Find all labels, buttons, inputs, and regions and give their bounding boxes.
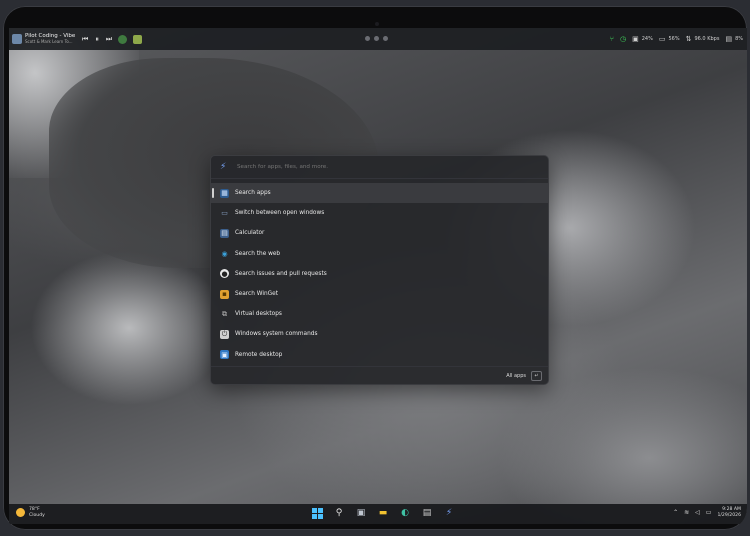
- wifi-icon[interactable]: ≋: [684, 509, 689, 516]
- command-palette-icon[interactable]: ⚡: [443, 507, 455, 519]
- task-view-icon[interactable]: ▣: [355, 507, 367, 519]
- result-label: Calculator: [235, 230, 265, 237]
- notes-tray-icon[interactable]: [133, 34, 143, 44]
- clock-date: 1/29/2026: [717, 512, 741, 518]
- media-thumbnail-icon: [12, 34, 22, 44]
- result-item-github[interactable]: ● Search issues and pull requests: [211, 264, 548, 284]
- search-icon[interactable]: ⚲: [333, 507, 345, 519]
- memory-icon: ▭: [658, 35, 666, 43]
- all-apps-label[interactable]: All apps: [506, 373, 526, 379]
- clock-icon[interactable]: ◷: [620, 35, 626, 43]
- tablet-bezel: Pilot Coding - Vibe... Scott & Mark Lear…: [3, 6, 747, 530]
- app-tray-icon[interactable]: [118, 34, 128, 44]
- media-widget[interactable]: Pilot Coding - Vibe... Scott & Mark Lear…: [12, 33, 75, 46]
- result-item-switch-windows[interactable]: ▭ Switch between open windows: [211, 203, 548, 223]
- cpu-icon: ▣: [632, 35, 639, 43]
- pause-button[interactable]: ⏸: [95, 35, 99, 44]
- globe-icon: ◉: [221, 249, 228, 258]
- cpu-usage: 24%: [641, 36, 653, 42]
- taskbar: 78°F Cloudy ⚲ ▣ ▬ ◐ ▤ ⚡ ⌃ ≋ ◁ ▭ 9:28 AM …: [9, 504, 747, 524]
- volume-icon[interactable]: ◁: [695, 509, 700, 516]
- memory-usage: 56%: [668, 36, 680, 42]
- gpu-usage: 8%: [735, 36, 743, 42]
- search-input[interactable]: [235, 163, 519, 171]
- chevron-up-icon[interactable]: ⌃: [673, 509, 678, 516]
- window-switch-icon: ▭: [221, 209, 228, 218]
- top-status-bar: Pilot Coding - Vibe... Scott & Mark Lear…: [9, 28, 747, 50]
- start-button[interactable]: [311, 507, 323, 519]
- desktops-icon: ⧉: [222, 309, 227, 318]
- clock[interactable]: 9:28 AM 1/29/2026: [717, 507, 741, 518]
- result-item-virtual-desktops[interactable]: ⧉ Virtual desktops: [211, 304, 548, 324]
- weather-widget[interactable]: 78°F Cloudy: [16, 507, 45, 518]
- desktop-screen: Pilot Coding - Vibe... Scott & Mark Lear…: [9, 28, 747, 524]
- result-label: Virtual desktops: [235, 311, 282, 318]
- result-label: Switch between open windows: [235, 210, 325, 217]
- result-label: Search the web: [235, 250, 281, 257]
- edge-browser-icon[interactable]: ◐: [399, 507, 411, 519]
- command-palette: ⚡ ▦ Search apps ▭ Switch between open wi…: [210, 155, 549, 385]
- network-icon: ⇅: [685, 35, 692, 43]
- camera-dot: [375, 22, 379, 26]
- result-item-search-apps[interactable]: ▦ Search apps: [211, 183, 548, 204]
- window-handle-dots[interactable]: [365, 36, 388, 41]
- command-palette-logo-icon: ⚡: [220, 162, 227, 172]
- result-label: Search WinGet: [235, 291, 278, 298]
- github-icon: ●: [220, 269, 229, 279]
- terminal-icon[interactable]: ▤: [421, 507, 433, 519]
- next-track-button[interactable]: ⏭: [106, 35, 112, 44]
- graph-icon[interactable]: ⑂: [610, 35, 614, 43]
- result-item-search-web[interactable]: ◉ Search the web: [211, 244, 548, 264]
- calculator-icon: ▤: [220, 228, 229, 238]
- file-explorer-icon[interactable]: ▬: [377, 507, 389, 519]
- media-subtitle: Scott & Mark Learn To...: [25, 39, 73, 44]
- result-label: Windows system commands: [235, 331, 318, 338]
- taskbar-apps: ⚲ ▣ ▬ ◐ ▤ ⚡: [311, 507, 455, 519]
- sun-icon: [16, 508, 25, 517]
- system-tray: ⌃ ≋ ◁ ▭ 9:28 AM 1/29/2026: [673, 507, 741, 518]
- network-speed: 96.0 Kbps: [694, 36, 720, 42]
- enter-key-icon[interactable]: ↵: [531, 370, 542, 381]
- apps-grid-icon: ▦: [220, 188, 229, 198]
- results-list: ▦ Search apps ▭ Switch between open wind…: [211, 179, 548, 365]
- weather-description: Cloudy: [29, 512, 45, 518]
- system-stats: ⑂ ◷ ▣ 24% ▭ 56% ⇅ 96.0 Kbps ▤ 8%: [610, 28, 743, 50]
- battery-icon[interactable]: ▭: [706, 509, 712, 516]
- gpu-icon: ▤: [725, 35, 733, 43]
- package-icon: ▪: [220, 289, 229, 299]
- windows-logo-icon: [311, 507, 323, 519]
- result-label: Search apps: [235, 190, 271, 197]
- result-label: Remote desktop: [235, 351, 283, 358]
- command-palette-footer: All apps ↵: [211, 366, 548, 384]
- search-row: ⚡: [211, 156, 548, 179]
- result-item-remote-desktop[interactable]: ▣ Remote desktop: [211, 345, 548, 365]
- previous-track-button[interactable]: ⏮: [82, 35, 88, 44]
- result-label: Search issues and pull requests: [235, 270, 327, 277]
- result-item-winget[interactable]: ▪ Search WinGet: [211, 284, 548, 304]
- result-item-system-commands[interactable]: ⏻ Windows system commands: [211, 324, 548, 344]
- system-commands-icon: ⏻: [220, 329, 229, 339]
- result-item-calculator[interactable]: ▤ Calculator: [211, 223, 548, 243]
- remote-desktop-icon: ▣: [220, 350, 229, 360]
